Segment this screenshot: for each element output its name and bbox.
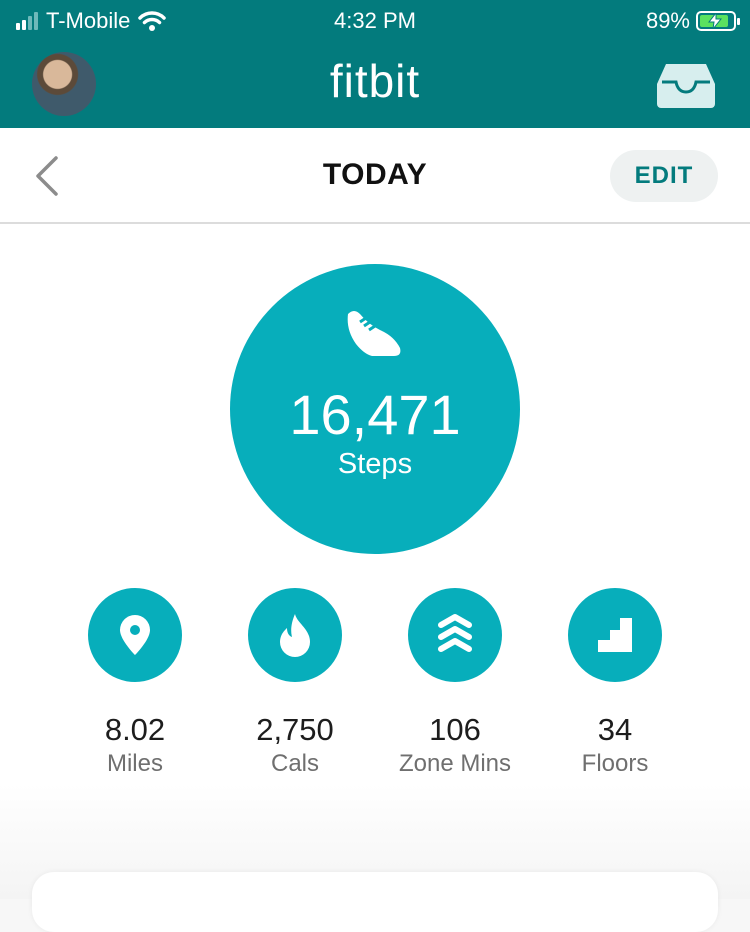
dashboard-content: 16,471 Steps 8.02 Miles 2,750 Cals 106 Z… [0,224,750,932]
edit-button[interactable]: EDIT [610,150,718,202]
stat-miles-circle [88,588,182,682]
stat-floors-label: Floors [581,750,649,777]
steps-value: 16,471 [289,383,461,446]
date-bar: TODAY EDIT [0,128,750,224]
stat-cals[interactable]: 2,750 Cals [215,588,375,778]
stat-cals-label: Cals [270,750,319,777]
steps-label: Steps [337,448,413,480]
inbox-tray-icon[interactable] [656,62,716,108]
location-pin-icon [120,615,150,655]
stat-miles-label: Miles [106,750,163,777]
stat-floors-value: 34 [597,712,633,747]
fitbit-logo: fitbit [329,55,421,107]
app-header: fitbit [0,44,750,128]
stat-cals-value: 2,750 [256,712,334,747]
status-right: 89% [645,8,740,34]
stat-floors[interactable]: 34 Floors [535,588,695,778]
stat-miles-value: 8.02 [104,712,166,747]
stat-floors-circle [568,588,662,682]
summary-card[interactable] [32,872,718,932]
stairs-icon [598,618,632,652]
stat-miles[interactable]: 8.02 Miles [55,588,215,778]
stat-zone-mins-circle [408,588,502,682]
battery-percent: 89% [645,8,690,33]
status-bar: T-Mobile 4:32 PM 89% [0,0,750,44]
shoe-icon [347,311,401,356]
steps-circle[interactable]: 16,471 Steps [230,264,520,554]
flame-icon [280,614,310,657]
battery-icon [696,11,740,31]
stat-zone-mins-value: 106 [429,712,481,747]
chevrons-up-icon [438,614,472,652]
stat-zone-mins[interactable]: 106 Zone Mins [375,588,535,778]
stat-zone-mins-label: Zone Mins [398,750,512,777]
charging-bolt-icon [708,13,722,29]
clock: 4:32 PM [334,8,416,33]
stat-cals-circle [248,588,342,682]
